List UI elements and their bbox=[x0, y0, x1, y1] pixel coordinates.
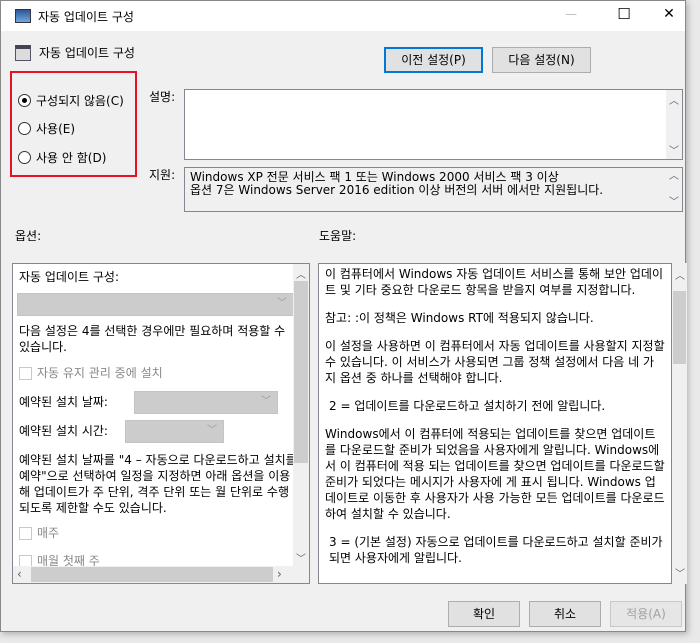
options-panel: 자동 업데이트 구성: ﹀ 다음 설정은 4를 선택한 경우에만 필요하며 적용… bbox=[12, 263, 310, 584]
help-panel: 이 컴퓨터에서 Windows 자동 업데이트 서비스를 통해 보안 업데이트 … bbox=[318, 263, 672, 584]
help-paragraph: Windows에서 이 컴퓨터에 적용되는 업데이트를 찾으면 업데이트를 다운… bbox=[325, 427, 665, 521]
radio-enabled[interactable]: 사용(E) bbox=[18, 120, 75, 137]
help-paragraph: 이 컴퓨터에서 Windows 자동 업데이트 서비스를 통해 보안 업데이트 … bbox=[325, 267, 664, 297]
previous-setting-button[interactable]: 이전 설정(P) bbox=[384, 47, 483, 73]
scroll-up-icon[interactable]: ︿ bbox=[666, 170, 682, 183]
configure-label: 자동 업데이트 구성: bbox=[19, 270, 119, 284]
options-vertical-scrollbar[interactable]: ︿ ﹀ bbox=[293, 264, 309, 567]
policy-setting-icon bbox=[15, 45, 31, 61]
scroll-up-icon[interactable]: ︿ bbox=[666, 92, 682, 107]
support-line: 옵션 7은 Windows Server 2016 edition 이상 버전의… bbox=[190, 183, 604, 197]
configure-dropdown[interactable]: ﹀ bbox=[17, 293, 294, 316]
scroll-down-icon[interactable]: ﹀ bbox=[666, 142, 682, 157]
radio-not-configured[interactable]: 구성되지 않음(C) bbox=[18, 92, 124, 109]
radio-indicator bbox=[18, 122, 31, 135]
cancel-button[interactable]: 취소 bbox=[529, 601, 601, 627]
checkbox-box bbox=[19, 367, 32, 380]
scroll-left-icon[interactable]: ‹ bbox=[17, 567, 22, 581]
title-bar: 자동 업데이트 구성 — ☐ ✕ bbox=[1, 1, 685, 31]
next-setting-button[interactable]: 다음 설정(N) bbox=[492, 47, 591, 73]
help-paragraph: 2 = 업데이트를 다운로드하고 설치하기 전에 알립니다. bbox=[329, 399, 606, 413]
scroll-up-icon[interactable]: ︿ bbox=[293, 266, 309, 281]
schedule-note: 예약된 설치 날짜를 "4 – 자동으로 다운로드하고 설치를 예약"으로 선택… bbox=[19, 453, 297, 515]
weekly-checkbox[interactable]: 매주 bbox=[19, 525, 299, 541]
help-paragraph: 참고: :이 정책은 Windows RT에 적용되지 않습니다. bbox=[325, 311, 594, 325]
radio-label: 사용(E) bbox=[36, 122, 76, 136]
scroll-down-icon[interactable]: ﹀ bbox=[293, 550, 309, 565]
checkbox-box bbox=[19, 527, 32, 540]
checkbox-label: 자동 유지 관리 중에 설치 bbox=[37, 366, 163, 380]
description-field[interactable]: ︿ ﹀ bbox=[184, 89, 683, 160]
support-scrollbar[interactable]: ︿ ﹀ bbox=[666, 168, 682, 211]
scroll-thumb[interactable] bbox=[31, 567, 273, 582]
scroll-down-icon[interactable]: ﹀ bbox=[672, 565, 688, 580]
close-button[interactable]: ✕ bbox=[654, 6, 684, 22]
options-label: 옵션: bbox=[15, 229, 42, 243]
help-paragraph: 3 = (기본 설정) 자동으로 업데이트를 다운로드하고 설치할 준비가 되면… bbox=[329, 535, 663, 565]
support-field: Windows XP 전문 서비스 팩 1 또는 Windows 2000 서비… bbox=[184, 167, 683, 212]
radio-indicator bbox=[18, 94, 31, 107]
checkbox-label: 매주 bbox=[37, 526, 60, 540]
scroll-down-icon[interactable]: ﹀ bbox=[666, 196, 682, 209]
scroll-right-icon[interactable]: › bbox=[277, 567, 282, 581]
help-paragraph: 이 설정을 사용하면 이 컴퓨터에서 자동 업데이트를 사용할지 지정할 수 있… bbox=[325, 339, 665, 385]
install-time-dropdown[interactable]: ﹀ bbox=[125, 420, 224, 443]
policy-window-icon bbox=[15, 9, 31, 23]
options-horizontal-scrollbar[interactable]: ‹ › bbox=[13, 566, 309, 583]
radio-label: 사용 안 함(D) bbox=[36, 151, 107, 165]
policy-dialog: 자동 업데이트 구성 — ☐ ✕ 자동 업데이트 구성 이전 설정(P) 다음 … bbox=[0, 0, 687, 632]
scroll-thumb[interactable] bbox=[294, 281, 308, 463]
install-day-dropdown[interactable]: ﹀ bbox=[134, 391, 278, 414]
maintenance-checkbox[interactable]: 자동 유지 관리 중에 설치 bbox=[19, 365, 299, 381]
maximize-button[interactable]: ☐ bbox=[609, 5, 639, 23]
radio-indicator bbox=[18, 151, 31, 164]
radio-label: 구성되지 않음(C) bbox=[36, 94, 124, 108]
support-label: 지원: bbox=[149, 168, 176, 182]
description-label: 설명: bbox=[149, 90, 176, 104]
minimize-button[interactable]: — bbox=[556, 7, 586, 21]
scroll-thumb[interactable] bbox=[673, 291, 686, 364]
options-note: 다음 설정은 4를 선택한 경우에만 필요하며 적용할 수 있습니다. bbox=[19, 324, 286, 354]
scroll-up-icon[interactable]: ︿ bbox=[672, 267, 688, 282]
ok-button[interactable]: 확인 bbox=[448, 601, 520, 627]
apply-button[interactable]: 적용(A) bbox=[610, 601, 682, 627]
help-scrollbar[interactable]: ︿ ﹀ bbox=[672, 263, 687, 584]
window-title: 자동 업데이트 구성 bbox=[38, 10, 134, 24]
help-label: 도움말: bbox=[319, 229, 357, 243]
description-scrollbar[interactable]: ︿ ﹀ bbox=[666, 90, 682, 159]
policy-name: 자동 업데이트 구성 bbox=[39, 46, 135, 60]
radio-disabled[interactable]: 사용 안 함(D) bbox=[18, 149, 106, 166]
